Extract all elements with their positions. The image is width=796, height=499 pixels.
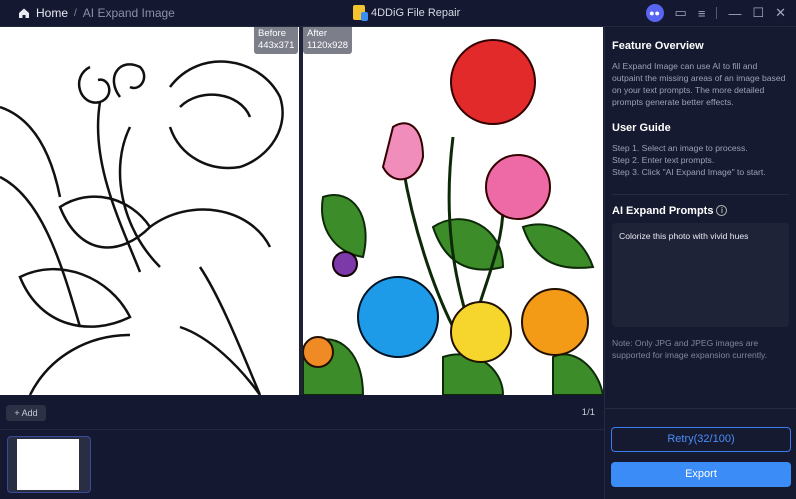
menu-icon[interactable]: ≡ (698, 6, 706, 21)
add-label: Add (21, 408, 38, 418)
before-tag: Before 443x371 (254, 27, 299, 54)
image-compare: Before 443x371 After 1120x928 (0, 27, 604, 395)
before-label: Before (258, 28, 286, 39)
overview-text: AI Expand Image can use AI to fill and o… (612, 61, 786, 107)
minimize-icon[interactable]: — (728, 6, 741, 21)
after-size: 1120x928 (307, 40, 349, 51)
maximize-icon[interactable]: ☐ (752, 5, 764, 21)
after-tag: After 1120x928 (303, 27, 353, 54)
image-toolbar: + Add 1/1 (0, 395, 604, 430)
window-controls: ●● ▭ ≡ — ☐ ✕ (645, 4, 786, 22)
guide-step-3: Step 3. Click "AI Expand Image" to start… (612, 167, 766, 177)
note-text: Note: Only JPG and JPEG images are suppo… (612, 338, 768, 360)
app-name: 4DDiG File Repair (371, 6, 461, 19)
app-logo-icon (353, 5, 368, 21)
divider (612, 194, 789, 195)
prompts-title-text: AI Expand Prompts (612, 205, 714, 217)
breadcrumb: Home / AI Expand Image (18, 6, 175, 20)
guide-step-2: Step 2. Enter text prompts. (612, 155, 715, 165)
app-title: 4DDiG File Repair (353, 5, 461, 21)
thumbnail[interactable] (7, 436, 91, 493)
title-bar: Home / AI Expand Image 4DDiG File Repair… (0, 0, 796, 27)
breadcrumb-current: AI Expand Image (82, 6, 175, 20)
discord-icon[interactable]: ●● (645, 4, 664, 22)
before-image (0, 27, 299, 395)
divider (605, 408, 796, 409)
divider (716, 7, 718, 19)
thumbnail-image (17, 439, 79, 490)
side-panel: Feature Overview AI Expand Image can use… (604, 27, 796, 499)
overview-title: Feature Overview (612, 40, 704, 52)
after-label: After (307, 28, 328, 39)
guide-title: User Guide (612, 122, 671, 134)
after-image (303, 27, 603, 395)
close-icon[interactable]: ✕ (775, 5, 786, 21)
add-button[interactable]: + Add (6, 405, 46, 421)
page-indicator: 1/1 (581, 407, 595, 418)
info-icon[interactable]: i (716, 205, 728, 216)
feedback-icon[interactable]: ▭ (675, 5, 687, 21)
export-button[interactable]: Export (611, 462, 791, 487)
home-icon[interactable] (18, 7, 30, 19)
guide-step-1: Step 1. Select an image to process. (612, 143, 748, 153)
breadcrumb-separator: / (74, 7, 77, 19)
before-size: 443x371 (258, 40, 295, 51)
prompts-title: AI Expand Prompts i (612, 205, 789, 217)
prompt-input[interactable]: Colorize this photo with vivid hues (612, 223, 789, 327)
breadcrumb-home[interactable]: Home (36, 6, 68, 20)
retry-button[interactable]: Retry(32/100) (611, 427, 791, 452)
